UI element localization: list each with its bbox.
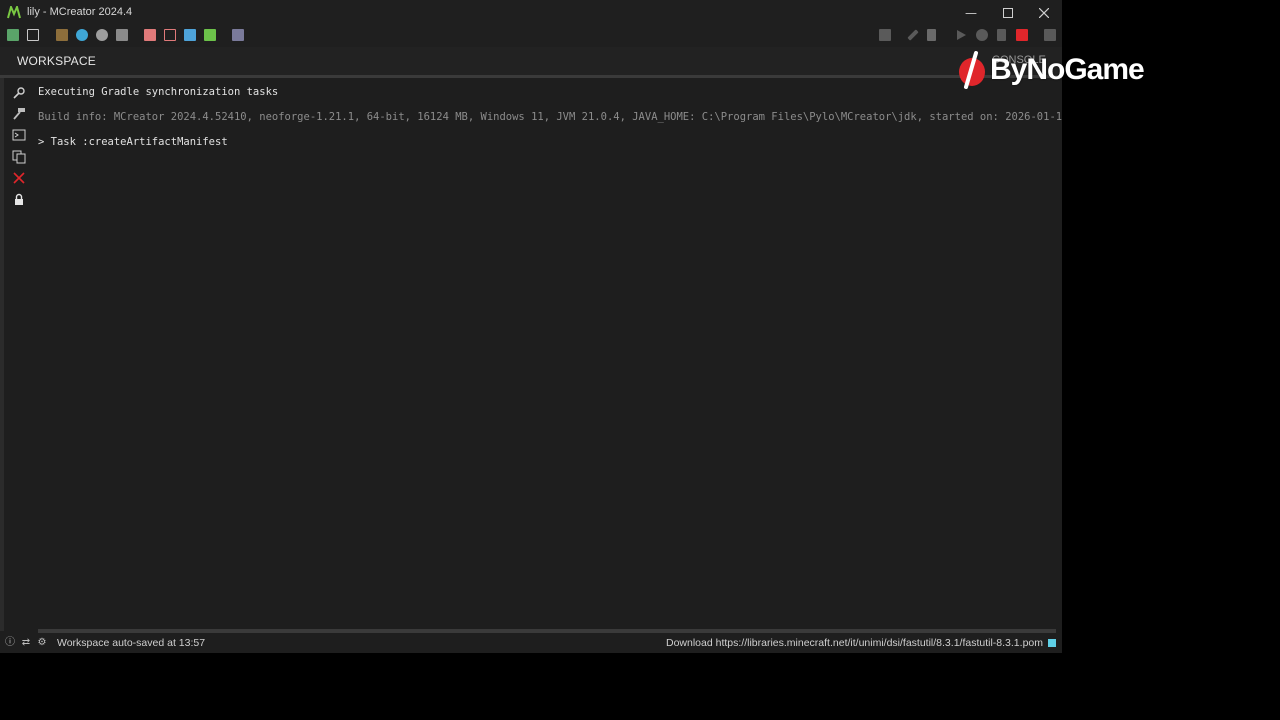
left-drag-strip[interactable] — [0, 78, 4, 631]
settings-icon[interactable]: ⚙ — [36, 637, 48, 649]
maximize-button[interactable] — [990, 0, 1026, 25]
console-line: Build info: MCreator 2024.4.52410, neofo… — [38, 111, 1062, 123]
save-icon[interactable] — [116, 29, 128, 41]
hammer-icon[interactable] — [12, 107, 26, 121]
hammer-icon[interactable] — [927, 29, 936, 41]
gear-icon[interactable] — [96, 29, 108, 41]
window-title: lily - MCreator 2024.4 — [27, 6, 133, 18]
status-bar: ⓘ ⇄ ⚙ Workspace auto-saved at 13:57 Down… — [0, 634, 1062, 653]
maximize-icon — [1003, 7, 1013, 18]
model-icon[interactable] — [184, 29, 196, 41]
texture-icon[interactable] — [144, 29, 156, 41]
mcreator-logo-icon — [7, 6, 21, 19]
palette-icon[interactable] — [204, 29, 216, 41]
sync-icon[interactable]: ⇄ — [20, 637, 32, 649]
horizontal-scrollbar[interactable] — [38, 629, 1056, 633]
table-icon[interactable] — [27, 29, 39, 41]
lock-icon[interactable] — [12, 193, 26, 207]
workspace-header: WORKSPACE CONSOLE — [0, 47, 1062, 78]
export-icon[interactable] — [1044, 29, 1056, 41]
minimize-button[interactable]: — — [953, 0, 989, 25]
stop-icon[interactable] — [997, 29, 1006, 41]
build-icon[interactable] — [12, 86, 26, 100]
workspace-label[interactable]: WORKSPACE — [17, 54, 96, 68]
close-icon — [1039, 7, 1049, 18]
main-toolbar — [0, 25, 1062, 47]
workspace-icon[interactable] — [7, 29, 19, 41]
autosave-status: Workspace auto-saved at 13:57 — [57, 637, 206, 649]
download-status: Download https://libraries.minecraft.net… — [665, 637, 1043, 649]
info-icon[interactable]: ⓘ — [4, 637, 16, 649]
progress-indicator — [1048, 639, 1056, 647]
mcreator-window: lily - MCreator 2024.4 — WORKSPACE CONSO… — [0, 0, 1062, 653]
debug-icon[interactable] — [976, 29, 988, 41]
clear-icon[interactable] — [12, 171, 26, 185]
console-line: Executing Gradle synchronization tasks — [38, 86, 279, 98]
folder-icon[interactable] — [879, 29, 891, 41]
watermark-logo: ByNoGame — [958, 50, 1145, 90]
block-icon[interactable] — [56, 29, 68, 41]
stop-red-icon[interactable] — [1016, 29, 1028, 41]
brush-icon[interactable] — [907, 29, 919, 41]
bynogame-logo-icon — [959, 51, 985, 89]
console-output: Executing Gradle synchronization tasks B… — [38, 82, 1062, 622]
title-bar: lily - MCreator 2024.4 — — [0, 0, 1062, 25]
copy-icon[interactable] — [12, 150, 26, 164]
minimize-icon: — — [965, 5, 977, 20]
texture-edit-icon[interactable] — [164, 29, 176, 41]
close-button[interactable] — [1026, 0, 1062, 25]
watermark-text: ByNoGame — [990, 53, 1145, 86]
globe-icon[interactable] — [76, 29, 88, 41]
console-line: > Task :createArtifactManifest — [38, 136, 228, 148]
layout-icon[interactable] — [232, 29, 244, 41]
terminal-icon[interactable] — [12, 128, 26, 142]
play-icon[interactable] — [955, 29, 967, 41]
